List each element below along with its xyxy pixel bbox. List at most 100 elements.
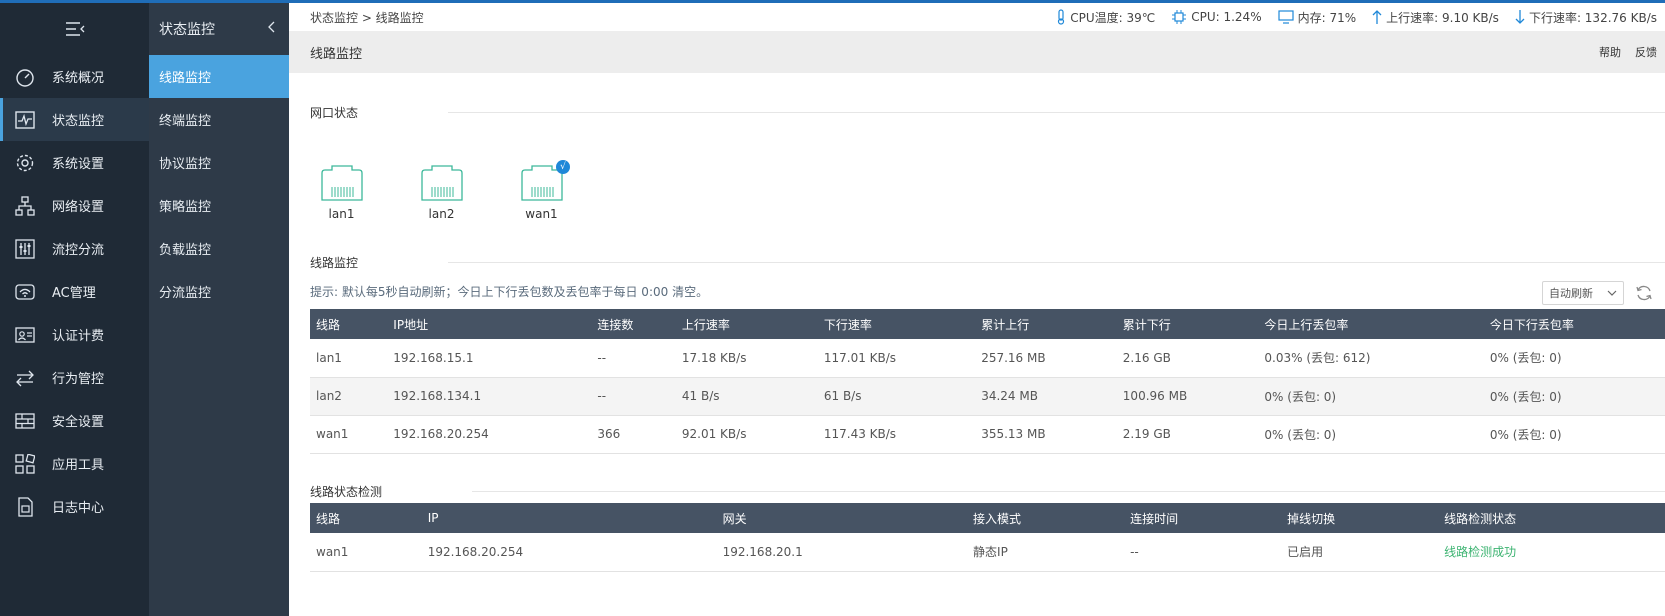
firewall-icon bbox=[14, 410, 36, 432]
column-header: 今日下行丢包率 bbox=[1483, 309, 1665, 339]
section-divider bbox=[448, 112, 1665, 113]
column-header: 下行速率 bbox=[817, 309, 976, 339]
port-list: lan1 lan2 √ wan1 bbox=[319, 160, 570, 221]
port-lan1[interactable]: lan1 bbox=[319, 165, 364, 221]
download-value: 下行速率: 132.76 KB/s bbox=[1528, 10, 1657, 25]
table-cell: 34.24 MB bbox=[975, 377, 1117, 416]
thermometer-icon bbox=[1058, 9, 1065, 25]
table-cell: 61 B/s bbox=[817, 377, 976, 416]
memory-stat: 内存: 71% bbox=[1278, 9, 1356, 26]
table-cell: 117.43 KB/s bbox=[817, 415, 976, 454]
chip-icon bbox=[1172, 10, 1187, 24]
column-header: IP bbox=[421, 503, 717, 533]
arrows-icon bbox=[14, 367, 36, 389]
subnav-item-terminal-monitor[interactable]: 终端监控 bbox=[149, 98, 289, 141]
line-section-label: 线路监控 bbox=[310, 256, 359, 270]
port-name: lan1 bbox=[328, 207, 355, 221]
auto-refresh-value: 自动刷新 bbox=[1549, 287, 1593, 300]
column-header: IP地址 bbox=[387, 309, 592, 339]
section-divider bbox=[472, 491, 1665, 492]
sidebar-item-system-settings[interactable]: 系统设置 bbox=[0, 141, 149, 184]
sidebar-item-label: 状态监控 bbox=[52, 114, 105, 129]
column-header: 累计下行 bbox=[1116, 309, 1259, 339]
table-cell: 0% (丢包: 0) bbox=[1258, 415, 1484, 454]
status-bar: 状态监控 > 线路监控 CPU温度: 39℃ CPU: 1.24% 内存: 71… bbox=[289, 3, 1665, 31]
chevron-down-icon bbox=[1607, 290, 1617, 296]
sidebar-item-status-monitor[interactable]: 状态监控 bbox=[0, 98, 149, 141]
page-header: 线路监控 帮助 反馈 bbox=[289, 31, 1665, 73]
sidebar-item-label: 系统设置 bbox=[52, 157, 105, 172]
sidebar-item-label: 行为管控 bbox=[52, 372, 105, 387]
column-header: 连接数 bbox=[591, 309, 676, 339]
sidebar-item-overview[interactable]: 系统概况 bbox=[0, 55, 149, 98]
subnav-item-policy-monitor[interactable]: 策略监控 bbox=[149, 184, 289, 227]
sidebar-item-label: AC管理 bbox=[52, 286, 96, 301]
table-header-row: 线路 IP 网关 接入模式 连接时间 掉线切换 线路检测状态 bbox=[310, 503, 1665, 533]
table-cell: 257.16 MB bbox=[975, 339, 1117, 378]
port-name: lan2 bbox=[428, 207, 455, 221]
sidebar-item-traffic-control[interactable]: 流控分流 bbox=[0, 227, 149, 270]
column-header: 网关 bbox=[716, 503, 968, 533]
subnav-item-line-monitor[interactable]: 线路监控 bbox=[149, 55, 289, 98]
dashboard-icon bbox=[14, 66, 36, 88]
monitor-icon bbox=[1278, 10, 1294, 24]
system-stats: CPU温度: 39℃ CPU: 1.24% 内存: 71% 上行速率: 9.10… bbox=[1056, 9, 1657, 26]
detect-section-title: 线路状态检测 bbox=[310, 483, 1665, 500]
port-lan2[interactable]: lan2 bbox=[419, 165, 464, 221]
apps-icon bbox=[14, 453, 36, 475]
arrow-up-icon bbox=[1372, 10, 1382, 24]
subnav-item-load-monitor[interactable]: 负载监控 bbox=[149, 227, 289, 270]
auto-refresh-select[interactable]: 自动刷新 bbox=[1542, 281, 1624, 305]
log-icon bbox=[14, 496, 36, 518]
subnav-item-split-monitor[interactable]: 分流监控 bbox=[149, 270, 289, 313]
table-cell: 355.13 MB bbox=[975, 415, 1117, 454]
line-monitor-table: 线路 IP地址 连接数 上行速率 下行速率 累计上行 累计下行 今日上行丢包率 … bbox=[310, 309, 1665, 454]
arrow-down-icon bbox=[1515, 10, 1525, 24]
table-cell: 117.01 KB/s bbox=[817, 339, 976, 378]
wifi-icon bbox=[14, 281, 36, 303]
sidebar-item-behavior-control[interactable]: 行为管控 bbox=[0, 356, 149, 399]
table-cell: 静态IP bbox=[967, 533, 1125, 572]
feedback-link[interactable]: 反馈 bbox=[1635, 44, 1657, 60]
menu-toggle-button[interactable] bbox=[0, 3, 149, 55]
table-cell: 0% (丢包: 0) bbox=[1258, 377, 1484, 416]
detect-status-badge: 线路检测成功 bbox=[1438, 533, 1665, 572]
port-wan1[interactable]: √ wan1 bbox=[519, 160, 570, 221]
table-cell: 100.96 MB bbox=[1116, 377, 1259, 416]
refresh-icon[interactable] bbox=[1635, 284, 1653, 302]
collapse-subnav-button[interactable] bbox=[267, 20, 277, 38]
subnav-item-protocol-monitor[interactable]: 协议监控 bbox=[149, 141, 289, 184]
ethernet-port-icon bbox=[420, 165, 463, 201]
main-content: 状态监控 > 线路监控 CPU温度: 39℃ CPU: 1.24% 内存: 71… bbox=[289, 3, 1665, 616]
column-header: 线路 bbox=[310, 309, 388, 339]
sidebar-item-label: 安全设置 bbox=[52, 415, 105, 430]
sidebar-item-ac-management[interactable]: AC管理 bbox=[0, 270, 149, 313]
column-header: 线路检测状态 bbox=[1438, 503, 1665, 533]
table-cell: -- bbox=[591, 377, 676, 416]
sidebar-item-log-center[interactable]: 日志中心 bbox=[0, 485, 149, 528]
table-row: wan1 192.168.20.254 366 92.01 KB/s 117.4… bbox=[310, 415, 1665, 454]
sidebar-item-app-tools[interactable]: 应用工具 bbox=[0, 442, 149, 485]
table-cell: 0.03% (丢包: 612) bbox=[1258, 339, 1484, 378]
table-cell: 192.168.20.1 bbox=[716, 533, 968, 572]
cpu-stat: CPU: 1.24% bbox=[1171, 9, 1262, 25]
main-sidebar: 系统概况 状态监控 系统设置 网络设置 流控分流 AC管理 认证计费 行为管控 … bbox=[0, 3, 149, 616]
sidebar-item-auth-billing[interactable]: 认证计费 bbox=[0, 313, 149, 356]
sidebar-item-label: 认证计费 bbox=[52, 329, 105, 344]
upload-stat: 上行速率: 9.10 KB/s bbox=[1372, 9, 1499, 26]
column-header: 今日上行丢包率 bbox=[1258, 309, 1484, 339]
help-link[interactable]: 帮助 bbox=[1599, 44, 1621, 60]
table-header-row: 线路 IP地址 连接数 上行速率 下行速率 累计上行 累计下行 今日上行丢包率 … bbox=[310, 309, 1665, 339]
sidebar-item-network-settings[interactable]: 网络设置 bbox=[0, 184, 149, 227]
menu-collapse-icon bbox=[65, 22, 84, 36]
sidebar-item-label: 系统概况 bbox=[52, 71, 105, 86]
table-cell: 92.01 KB/s bbox=[675, 415, 818, 454]
column-header: 掉线切换 bbox=[1281, 503, 1439, 533]
cpu-value: CPU: 1.24% bbox=[1191, 10, 1262, 24]
sub-navigation: 状态监控 线路监控 终端监控 协议监控 策略监控 负载监控 分流监控 bbox=[149, 3, 289, 616]
sidebar-item-label: 日志中心 bbox=[52, 501, 105, 516]
sidebar-item-security-settings[interactable]: 安全设置 bbox=[0, 399, 149, 442]
table-cell: -- bbox=[591, 339, 676, 378]
table-cell: 192.168.15.1 bbox=[387, 339, 592, 378]
page-title: 线路监控 bbox=[310, 46, 363, 62]
